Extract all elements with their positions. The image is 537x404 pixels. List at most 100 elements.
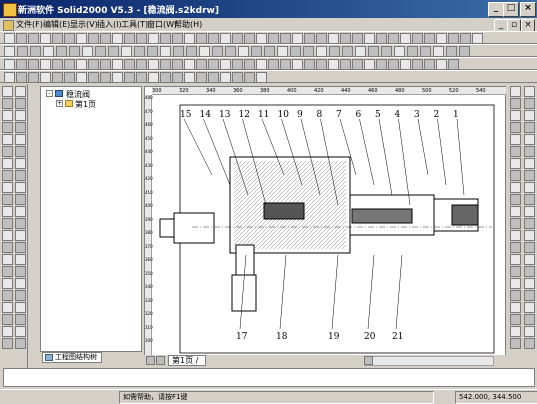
tool-icon[interactable] [510, 326, 521, 337]
tool-icon[interactable] [2, 158, 13, 169]
tool-icon[interactable] [524, 278, 535, 289]
toolbar-icon[interactable] [40, 59, 51, 70]
toolbar-icon[interactable] [280, 59, 291, 70]
tool-icon[interactable] [524, 218, 535, 229]
toolbar-icon[interactable] [400, 59, 411, 70]
tool-icon[interactable] [524, 338, 535, 349]
toolbar-icon[interactable] [448, 33, 459, 44]
toolbar-icon[interactable] [220, 72, 231, 83]
tool-icon[interactable] [2, 314, 13, 325]
tool-icon[interactable] [524, 302, 535, 313]
toolbar-icon[interactable] [424, 59, 435, 70]
tool-icon[interactable] [510, 206, 521, 217]
tool-icon[interactable] [510, 86, 521, 97]
toolbar-icon[interactable] [268, 33, 279, 44]
toolbar-icon[interactable] [256, 72, 267, 83]
toolbar-icon[interactable] [256, 33, 267, 44]
tool-icon[interactable] [510, 194, 521, 205]
toolbar-icon[interactable] [76, 33, 87, 44]
tool-icon[interactable] [2, 86, 13, 97]
toolbar-icon[interactable] [376, 33, 387, 44]
tool-icon[interactable] [510, 146, 521, 157]
toolbar-icon[interactable] [160, 46, 171, 57]
toolbar-icon[interactable] [112, 59, 123, 70]
tool-icon[interactable] [524, 242, 535, 253]
toolbar-icon[interactable] [304, 59, 315, 70]
tree-collapse-toggle[interactable]: - [46, 90, 53, 97]
toolbar-icon[interactable] [100, 72, 111, 83]
tool-icon[interactable] [510, 290, 521, 301]
tool-icon[interactable] [15, 98, 26, 109]
scroll-left-button[interactable] [364, 356, 373, 365]
toolbar-icon[interactable] [95, 46, 106, 57]
tool-icon[interactable] [15, 146, 26, 157]
tool-icon[interactable] [2, 122, 13, 133]
toolbar-icon[interactable] [28, 33, 39, 44]
toolbar-icon[interactable] [136, 59, 147, 70]
menu-help[interactable]: 帮助(H) [174, 19, 202, 30]
toolbar-icon[interactable] [186, 46, 197, 57]
toolbar-icon[interactable] [196, 33, 207, 44]
toolbar-icon[interactable] [460, 33, 471, 44]
tool-icon[interactable] [510, 278, 521, 289]
toolbar-icon[interactable] [172, 59, 183, 70]
toolbar-icon[interactable] [100, 59, 111, 70]
toolbar-icon[interactable] [256, 59, 267, 70]
sheet-prev-button[interactable] [146, 356, 155, 365]
toolbar-icon[interactable] [212, 46, 223, 57]
toolbar-icon[interactable] [4, 33, 15, 44]
toolbar-icon[interactable] [112, 33, 123, 44]
toolbar-icon[interactable] [184, 72, 195, 83]
toolbar-icon[interactable] [208, 72, 219, 83]
toolbar-icon[interactable] [88, 72, 99, 83]
toolbar-icon[interactable] [134, 46, 145, 57]
tool-icon[interactable] [510, 254, 521, 265]
tool-icon[interactable] [15, 278, 26, 289]
toolbar-icon[interactable] [30, 46, 41, 57]
toolbar-icon[interactable] [340, 59, 351, 70]
toolbar-icon[interactable] [304, 33, 315, 44]
toolbar-icon[interactable] [232, 59, 243, 70]
tool-icon[interactable] [2, 326, 13, 337]
toolbar-icon[interactable] [238, 46, 249, 57]
toolbar-icon[interactable] [4, 72, 15, 83]
toolbar-icon[interactable] [28, 72, 39, 83]
command-output-panel[interactable] [3, 368, 535, 387]
toolbar-icon[interactable] [328, 33, 339, 44]
tree-expand-toggle[interactable]: + [56, 100, 63, 107]
toolbar-icon[interactable] [160, 72, 171, 83]
toolbar-icon[interactable] [17, 46, 28, 57]
toolbar-icon[interactable] [251, 46, 262, 57]
toolbar-icon[interactable] [28, 59, 39, 70]
tool-icon[interactable] [15, 170, 26, 181]
toolbar-icon[interactable] [424, 33, 435, 44]
toolbar-icon[interactable] [108, 46, 119, 57]
tool-icon[interactable] [15, 206, 26, 217]
tool-icon[interactable] [2, 338, 13, 349]
toolbar-icon[interactable] [16, 59, 27, 70]
tool-icon[interactable] [15, 110, 26, 121]
tool-icon[interactable] [510, 98, 521, 109]
toolbar-icon[interactable] [76, 72, 87, 83]
tool-icon[interactable] [15, 314, 26, 325]
tool-icon[interactable] [2, 98, 13, 109]
tool-icon[interactable] [2, 266, 13, 277]
toolbar-icon[interactable] [368, 46, 379, 57]
tool-icon[interactable] [15, 86, 26, 97]
tool-icon[interactable] [2, 134, 13, 145]
tool-icon[interactable] [524, 254, 535, 265]
toolbar-icon[interactable] [148, 72, 159, 83]
toolbar-icon[interactable] [400, 33, 411, 44]
toolbar-icon[interactable] [316, 33, 327, 44]
toolbar-icon[interactable] [173, 46, 184, 57]
tool-icon[interactable] [524, 98, 535, 109]
toolbar-icon[interactable] [43, 46, 54, 57]
toolbar-icon[interactable] [292, 59, 303, 70]
toolbar-icon[interactable] [40, 72, 51, 83]
toolbar-icon[interactable] [264, 46, 275, 57]
tool-icon[interactable] [510, 302, 521, 313]
toolbar-icon[interactable] [124, 59, 135, 70]
toolbar-icon[interactable] [16, 33, 27, 44]
toolbar-icon[interactable] [52, 33, 63, 44]
tool-icon[interactable] [15, 158, 26, 169]
